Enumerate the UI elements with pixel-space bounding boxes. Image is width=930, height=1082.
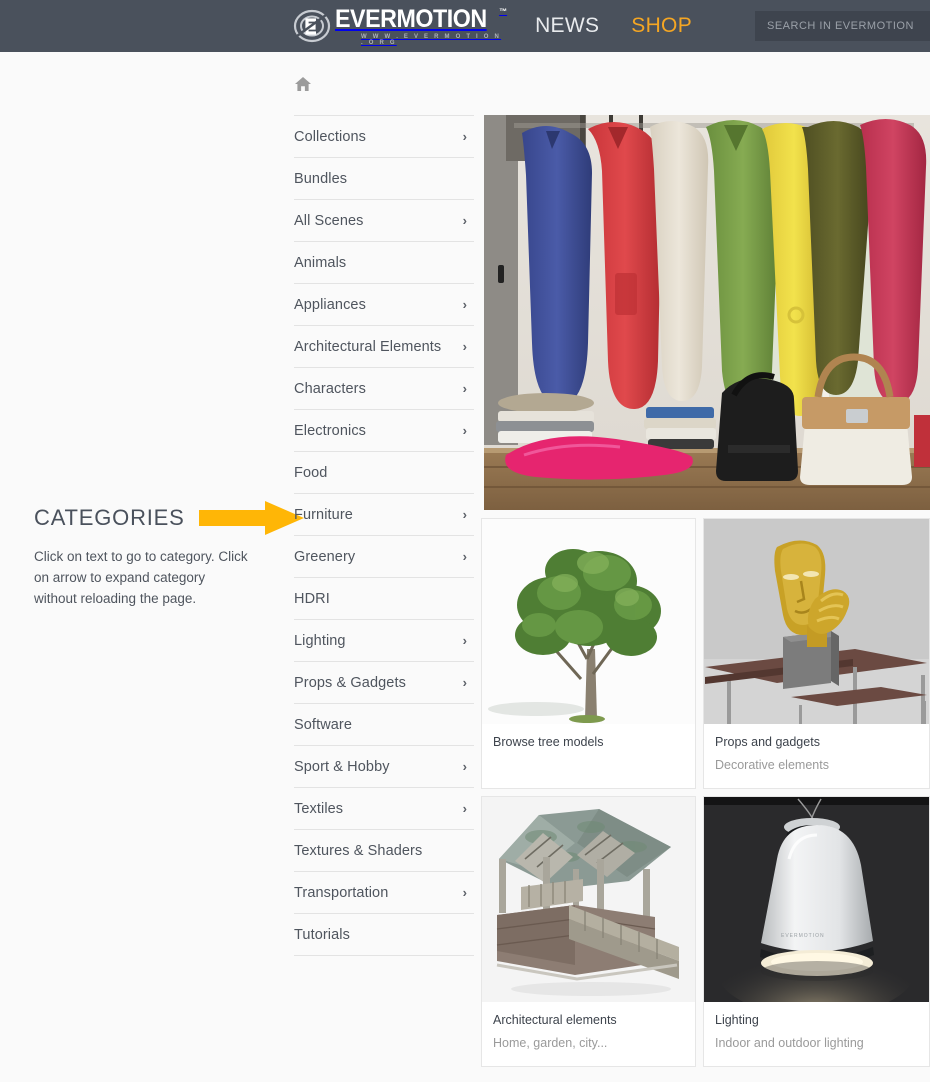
sidebar-item-label[interactable]: Greenery	[294, 549, 355, 565]
sidebar-item-label[interactable]: Textures & Shaders	[294, 843, 422, 859]
card-row: Architectural elements Home, garden, cit…	[481, 796, 930, 1067]
sidebar-item-label[interactable]: Electronics	[294, 423, 366, 439]
card-body: Architectural elements Home, garden, cit…	[482, 1002, 695, 1066]
sidebar-item-label[interactable]: Lighting	[294, 633, 346, 649]
sidebar-item-collections[interactable]: Collections ›	[294, 116, 474, 158]
category-card-props[interactable]: Props and gadgets Decorative elements	[703, 518, 930, 789]
sidebar-item-label[interactable]: Transportation	[294, 885, 388, 901]
logo-wordmark: EVERMOTION	[335, 4, 487, 33]
evermotion-emblem-icon	[293, 7, 331, 45]
sidebar-item-appliances[interactable]: Appliances ›	[294, 284, 474, 326]
logo-website-url: W W W . E V E R M O T I O N . O R G	[361, 33, 502, 46]
nav-link-shop[interactable]: SHOP	[631, 14, 692, 38]
card-body: Lighting Indoor and outdoor lighting	[704, 1002, 929, 1066]
card-body: Props and gadgets Decorative elements	[704, 724, 929, 788]
card-subtitle: Home, garden, city...	[493, 1036, 608, 1050]
card-row: Browse tree models Props and gadgets Dec…	[481, 518, 930, 789]
sidebar-item-tutorials[interactable]: Tutorials	[294, 914, 474, 956]
sidebar-item-all-scenes[interactable]: All Scenes ›	[294, 200, 474, 242]
chevron-right-icon[interactable]: ›	[463, 886, 474, 899]
sidebar-item-characters[interactable]: Characters ›	[294, 368, 474, 410]
card-image-props	[704, 519, 929, 724]
sidebar-item-animals[interactable]: Animals	[294, 242, 474, 284]
sidebar-item-sport-hobby[interactable]: Sport & Hobby ›	[294, 746, 474, 788]
category-card-lighting[interactable]: EVERMOTION Lighting Indoor and outdoor l…	[703, 796, 930, 1067]
sidebar-item-electronics[interactable]: Electronics ›	[294, 410, 474, 452]
sidebar-item-label[interactable]: Sport & Hobby	[294, 759, 390, 775]
chevron-right-icon[interactable]: ›	[463, 802, 474, 815]
card-body: Browse tree models	[482, 724, 695, 782]
home-icon	[294, 76, 312, 97]
sidebar-item-props-gadgets[interactable]: Props & Gadgets ›	[294, 662, 474, 704]
card-title: Browse tree models	[493, 735, 604, 749]
sidebar-item-label[interactable]: Collections	[294, 129, 366, 145]
sidebar-item-hdri[interactable]: HDRI	[294, 578, 474, 620]
sidebar-item-label[interactable]: Characters	[294, 381, 366, 397]
nav-link-news[interactable]: NEWS	[535, 14, 599, 38]
site-logo[interactable]: EVERMOTION ™ W W W . E V E R M O T I O N…	[293, 6, 507, 46]
sidebar-item-label[interactable]: Food	[294, 465, 327, 481]
sidebar-item-architectural-elements[interactable]: Architectural Elements ›	[294, 326, 474, 368]
sidebar-item-transportation[interactable]: Transportation ›	[294, 872, 474, 914]
sidebar-item-label[interactable]: All Scenes	[294, 213, 364, 229]
sidebar-item-software[interactable]: Software	[294, 704, 474, 746]
card-image-tree	[482, 519, 695, 724]
sidebar-item-label[interactable]: Appliances	[294, 297, 366, 313]
sidebar-item-label[interactable]: Tutorials	[294, 927, 350, 943]
card-image-lighting: EVERMOTION	[704, 797, 929, 1002]
card-title: Architectural elements	[493, 1013, 617, 1027]
chevron-right-icon[interactable]: ›	[463, 508, 474, 521]
sidebar-item-label[interactable]: Textiles	[294, 801, 343, 817]
card-subtitle: Decorative elements	[715, 758, 829, 772]
sidebar-item-greenery[interactable]: Greenery ›	[294, 536, 474, 578]
hero-banner-image[interactable]	[484, 115, 930, 510]
sidebar-item-furniture[interactable]: Furniture ›	[294, 494, 474, 536]
sidebar-item-textures-shaders[interactable]: Textures & Shaders	[294, 830, 474, 872]
chevron-right-icon[interactable]: ›	[463, 634, 474, 647]
sidebar-item-label[interactable]: HDRI	[294, 591, 330, 607]
chevron-right-icon[interactable]: ›	[463, 382, 474, 395]
categories-annotation: CATEGORIES Click on text to go to catego…	[34, 500, 304, 609]
chevron-right-icon[interactable]: ›	[463, 424, 474, 437]
sidebar-item-food[interactable]: Food	[294, 452, 474, 494]
breadcrumb	[294, 76, 474, 96]
sidebar-item-label[interactable]: Animals	[294, 255, 346, 271]
svg-text:EVERMOTION: EVERMOTION	[781, 933, 825, 939]
annotation-title: CATEGORIES	[34, 505, 185, 530]
chevron-right-icon[interactable]: ›	[463, 760, 474, 773]
breadcrumb-home-link[interactable]	[294, 76, 312, 97]
site-header: EVERMOTION ™ W W W . E V E R M O T I O N…	[0, 0, 930, 52]
category-card-tree[interactable]: Browse tree models	[481, 518, 696, 789]
sidebar-item-label[interactable]: Props & Gadgets	[294, 675, 406, 691]
card-image-architectural	[482, 797, 695, 1002]
category-card-architectural[interactable]: Architectural elements Home, garden, cit…	[481, 796, 696, 1067]
logo-trademark: ™	[499, 6, 508, 16]
sidebar-item-textiles[interactable]: Textiles ›	[294, 788, 474, 830]
sidebar-item-label[interactable]: Software	[294, 717, 352, 733]
chevron-right-icon[interactable]: ›	[463, 550, 474, 563]
category-sidebar: Collections › Bundles All Scenes › Animals App…	[294, 115, 474, 956]
logo-text: EVERMOTION ™ W W W . E V E R M O T I O N…	[335, 4, 508, 46]
card-title: Lighting	[715, 1013, 759, 1027]
search-input[interactable]	[755, 11, 930, 41]
chevron-right-icon[interactable]: ›	[463, 340, 474, 353]
sidebar-item-label[interactable]: Furniture	[294, 507, 353, 523]
card-subtitle: Indoor and outdoor lighting	[715, 1036, 864, 1050]
chevron-right-icon[interactable]: ›	[463, 298, 474, 311]
chevron-right-icon[interactable]: ›	[463, 676, 474, 689]
card-title: Props and gadgets	[715, 735, 820, 749]
chevron-right-icon[interactable]: ›	[463, 214, 474, 227]
sidebar-item-bundles[interactable]: Bundles	[294, 158, 474, 200]
category-card-grid: Browse tree models Props and gadgets Dec…	[481, 518, 930, 1074]
chevron-right-icon[interactable]: ›	[463, 130, 474, 143]
sidebar-item-label[interactable]: Architectural Elements	[294, 339, 441, 355]
sidebar-item-lighting[interactable]: Lighting ›	[294, 620, 474, 662]
annotation-description: Click on text to go to category. Click o…	[34, 549, 248, 606]
arrow-right-icon	[198, 500, 305, 536]
sidebar-item-label[interactable]: Bundles	[294, 171, 347, 187]
annotation-title-row: CATEGORIES	[34, 500, 304, 536]
